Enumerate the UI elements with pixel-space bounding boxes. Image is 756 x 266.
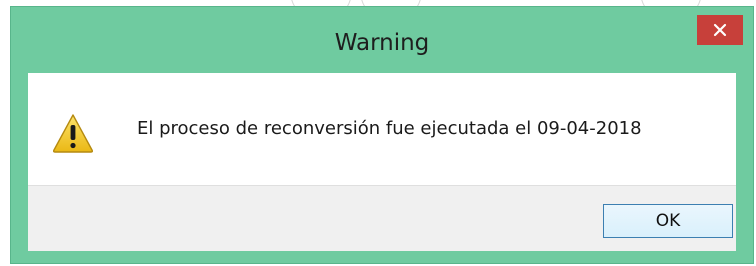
dialog-footer: OK — [28, 185, 736, 251]
dialog-body: El proceso de reconversión fue ejecutada… — [28, 73, 736, 185]
close-icon — [713, 23, 727, 37]
ok-button[interactable]: OK — [603, 204, 733, 238]
dialog-title: Warning — [334, 30, 430, 56]
warning-dialog: Warning El proceso de reconversión fue e… — [10, 6, 754, 264]
title-bar[interactable]: Warning — [11, 7, 753, 71]
dialog-message: El proceso de reconversión fue ejecutada… — [137, 118, 642, 139]
warning-icon — [52, 114, 94, 153]
close-button[interactable] — [697, 15, 743, 45]
